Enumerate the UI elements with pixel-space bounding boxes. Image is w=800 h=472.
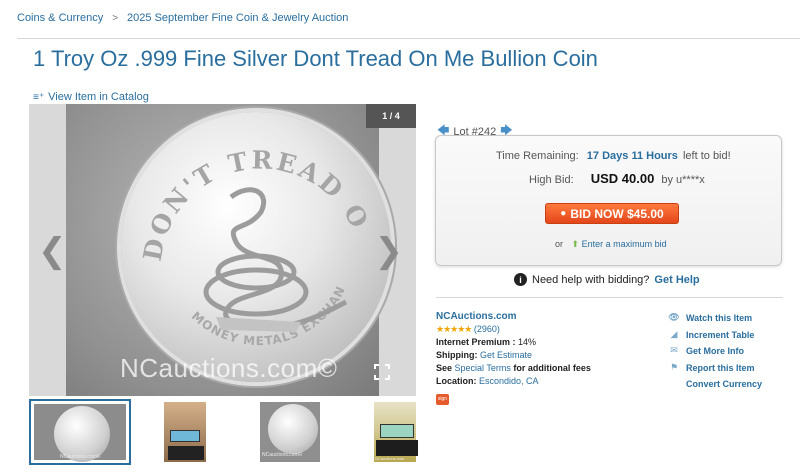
mid-divider bbox=[436, 297, 783, 298]
bid-now-button[interactable]: ● BID NOW $45.00 bbox=[545, 203, 679, 224]
location-label: Location: bbox=[436, 376, 477, 386]
high-bid-amount: USD 40.00 bbox=[590, 171, 655, 186]
high-bid-label: High Bid: bbox=[529, 174, 574, 186]
thumbnail-3[interactable]: NCauctions.com© bbox=[257, 399, 323, 465]
thumbnail-4[interactable]: NCauctions.com bbox=[371, 399, 419, 465]
next-image-arrow[interactable]: ❯ bbox=[375, 234, 404, 268]
report-item-label: Report this Item bbox=[686, 362, 755, 373]
high-bid-row: High Bid: USD 40.00 by u****x bbox=[529, 171, 705, 186]
fullscreen-icon[interactable] bbox=[374, 364, 390, 380]
special-terms-link[interactable]: Special Terms bbox=[455, 363, 511, 373]
bid-pin-icon: ● bbox=[560, 208, 567, 219]
help-text: Need help with bidding? bbox=[532, 273, 650, 286]
thumbnail-2[interactable] bbox=[161, 399, 209, 465]
thumbnail-watermark: NCauctions.com© bbox=[262, 452, 303, 458]
thumbnail-watermark: NCauctions.com© bbox=[60, 454, 101, 460]
max-bid-prefix: or bbox=[555, 239, 564, 249]
up-arrow-icon: ⬆ bbox=[571, 239, 580, 249]
increment-table-label: Increment Table bbox=[686, 329, 755, 340]
seller-name[interactable]: NCAuctions.com bbox=[436, 311, 517, 322]
terms-prefix: See bbox=[436, 363, 453, 373]
shipping-estimate-link[interactable]: Get Estimate bbox=[480, 350, 532, 360]
seller-info: NCAuctions.com ★★★★★ (2960) Internet Pre… bbox=[436, 310, 591, 405]
page-title: 1 Troy Oz .999 Fine Silver Dont Tread On… bbox=[33, 46, 598, 71]
premium-label: Internet Premium : bbox=[436, 337, 516, 347]
breadcrumb: Coins & Currency > 2025 September Fine C… bbox=[17, 12, 348, 24]
image-counter: 1 / 4 bbox=[366, 104, 416, 128]
premium-value: 14% bbox=[518, 337, 537, 347]
get-help-link[interactable]: Get Help bbox=[654, 274, 699, 286]
bid-now-label: BID NOW $45.00 bbox=[570, 206, 664, 221]
increment-icon: ◢ bbox=[670, 329, 678, 340]
get-info-label: Get More Info bbox=[686, 346, 744, 356]
time-remaining-label: Time Remaining: bbox=[496, 150, 579, 162]
bid-panel: Time Remaining: 17 Days 11 Hours left to… bbox=[435, 135, 782, 266]
watch-item-label: Watch this Item bbox=[686, 313, 753, 323]
report-item-action[interactable]: ⚑ Report this Item bbox=[668, 360, 762, 377]
time-remaining-value: 17 Days 11 Hours bbox=[586, 150, 678, 162]
time-remaining-row: Time Remaining: 17 Days 11 Hours left to… bbox=[496, 150, 731, 162]
view-catalog-link[interactable]: ≡⁺ View Item in Catalog bbox=[33, 91, 149, 103]
mail-icon: ✉ bbox=[670, 346, 678, 356]
prev-image-arrow[interactable]: ❮ bbox=[38, 234, 67, 268]
terms-suffix: for additional fees bbox=[513, 363, 591, 373]
thumbnail-strip: NCauctions.com© NCauctions.com© NCauctio… bbox=[29, 399, 419, 465]
view-catalog-label: View Item in Catalog bbox=[48, 91, 149, 103]
get-info-action[interactable]: ✉ Get More Info bbox=[668, 343, 762, 360]
seller-badge-icon: sign bbox=[436, 394, 449, 405]
location-value: Escondido, CA bbox=[479, 376, 539, 386]
eye-icon: 👁 bbox=[668, 313, 680, 323]
item-actions: 👁 Watch this Item ◢ Increment Table ✉ Ge… bbox=[668, 310, 762, 393]
convert-currency-label: Convert Currency bbox=[686, 379, 763, 389]
watermark: NCauctions.com© bbox=[120, 353, 338, 383]
breadcrumb-auction[interactable]: 2025 September Fine Coin & Jewelry Aucti… bbox=[127, 12, 348, 24]
increment-table-action[interactable]: ◢ Increment Table bbox=[668, 327, 762, 344]
shipping-label: Shipping: bbox=[436, 350, 478, 360]
convert-currency-action[interactable]: Convert Currency bbox=[668, 376, 762, 393]
top-divider bbox=[17, 38, 800, 39]
rating-stars: ★★★★★ bbox=[436, 324, 472, 334]
thumbnail-1[interactable]: NCauctions.com© bbox=[29, 399, 131, 465]
time-remaining-suffix: left to bid! bbox=[682, 150, 731, 162]
coin-photo: DON'T TREAD ON ME MONEY METALS EXCHANGE … bbox=[66, 104, 391, 396]
rating-count[interactable]: (2960) bbox=[474, 324, 500, 334]
main-image-viewer[interactable]: DON'T TREAD ON ME MONEY METALS EXCHANGE … bbox=[29, 104, 416, 396]
list-icon: ≡⁺ bbox=[33, 91, 45, 103]
breadcrumb-separator: > bbox=[112, 12, 119, 24]
flag-icon: ⚑ bbox=[669, 362, 679, 373]
thumbnail-watermark: NCauctions.com bbox=[375, 456, 405, 461]
max-bid-row: or ⬆ Enter a maximum bid bbox=[555, 239, 667, 250]
bidding-help: i Need help with bidding? Get Help bbox=[514, 273, 700, 286]
watch-item-action[interactable]: 👁 Watch this Item bbox=[668, 310, 762, 327]
max-bid-link[interactable]: Enter a maximum bid bbox=[582, 239, 667, 249]
coin-image: DON'T TREAD ON ME MONEY METALS EXCHANGE bbox=[121, 112, 391, 382]
breadcrumb-coins-currency[interactable]: Coins & Currency bbox=[17, 12, 103, 24]
high-bidder: by u****x bbox=[661, 174, 705, 186]
coin-relief: DON'T TREAD ON ME MONEY METALS EXCHANGE bbox=[121, 112, 372, 348]
info-icon: i bbox=[514, 273, 527, 286]
